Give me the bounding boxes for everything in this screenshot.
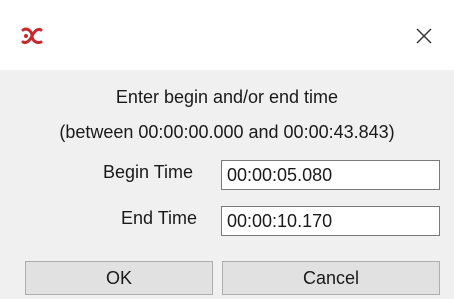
app-logo-icon: [20, 24, 44, 48]
end-time-input[interactable]: [221, 206, 440, 236]
time-range-dialog: Enter begin and/or end time (between 00:…: [0, 0, 454, 299]
begin-time-input[interactable]: [221, 160, 440, 190]
range-text: (between 00:00:00.000 and 00:00:43.843): [59, 122, 395, 142]
end-time-label: End Time: [121, 208, 198, 228]
prompt-text: Enter begin and/or end time: [115, 87, 339, 107]
begin-time-label: Begin Time: [103, 162, 194, 182]
close-button[interactable]: [400, 18, 448, 58]
ok-button[interactable]: OK: [25, 261, 213, 295]
dialog-content: Enter begin and/or end time (between 00:…: [0, 70, 454, 299]
close-icon: [414, 26, 434, 51]
title-bar: [0, 0, 454, 70]
cancel-button[interactable]: Cancel: [222, 261, 440, 295]
